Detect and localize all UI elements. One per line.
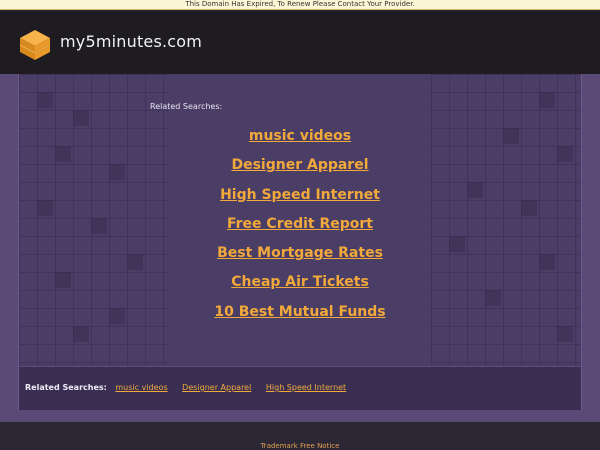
related-link-best-mortgage-rates[interactable]: Best Mortgage Rates <box>19 239 581 268</box>
related-searches-heading: Related Searches: <box>150 102 223 111</box>
expired-notice-text: This Domain Has Expired, To Renew Please… <box>185 0 415 8</box>
related-link-designer-apparel[interactable]: Designer Apparel <box>19 151 581 180</box>
related-link-mutual-funds[interactable]: 10 Best Mutual Funds <box>19 298 581 327</box>
related-link-music-videos[interactable]: music videos <box>19 122 581 151</box>
related-searches-strip: Related Searches: music videos Designer … <box>19 366 581 410</box>
strip-link-high-speed-internet[interactable]: High Speed Internet <box>266 383 346 392</box>
strip-link-music-videos[interactable]: music videos <box>115 383 167 392</box>
related-link-free-credit-report[interactable]: Free Credit Report <box>19 210 581 239</box>
related-links-list: music videos Designer Apparel High Speed… <box>19 122 581 327</box>
content-panel: Related Searches: music videos Designer … <box>18 74 582 410</box>
related-link-cheap-air-tickets[interactable]: Cheap Air Tickets <box>19 268 581 297</box>
related-link-high-speed-internet[interactable]: High Speed Internet <box>19 181 581 210</box>
expired-notice-bar: This Domain Has Expired, To Renew Please… <box>0 0 600 10</box>
trademark-notice-link[interactable]: Trademark Free Notice <box>261 442 340 450</box>
stacked-layers-icon <box>20 30 50 60</box>
site-header: my5minutes.com <box>0 10 600 74</box>
strip-link-designer-apparel[interactable]: Designer Apparel <box>182 383 251 392</box>
page-footer: Trademark Free Notice <box>0 422 600 450</box>
site-name[interactable]: my5minutes.com <box>60 32 202 51</box>
strip-label: Related Searches: <box>25 383 107 392</box>
